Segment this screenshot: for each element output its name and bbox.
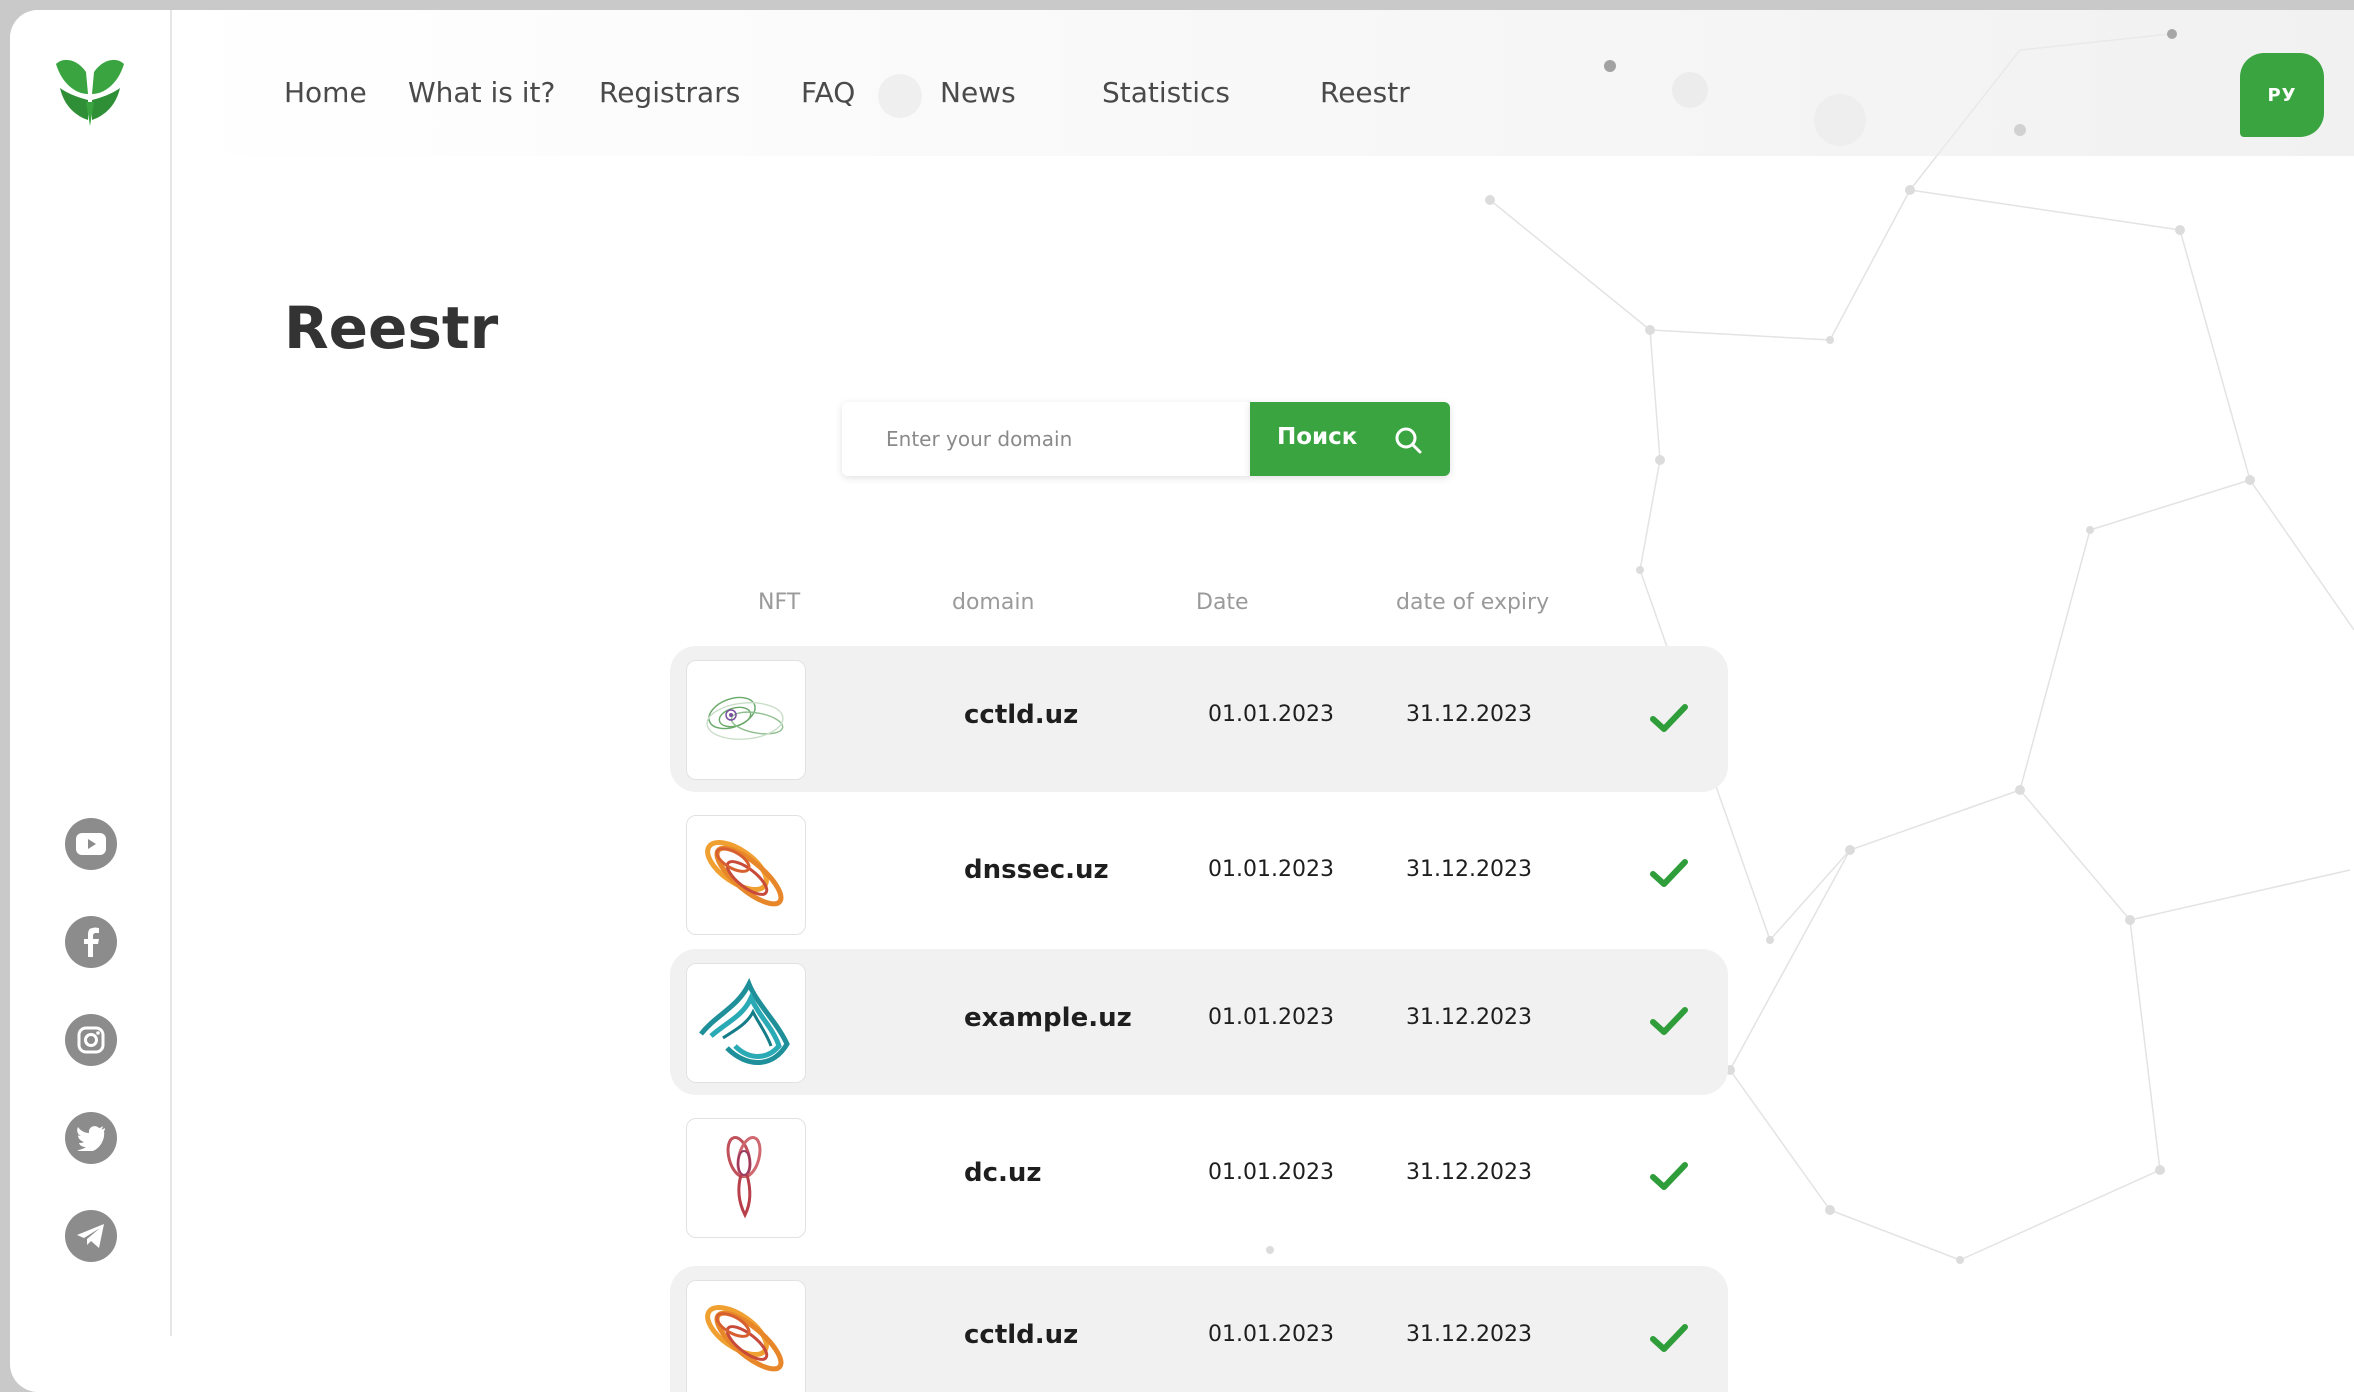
column-header-date: Date [1196, 590, 1249, 615]
twitter-icon[interactable] [65, 1112, 117, 1164]
domain-cell[interactable]: cctld.uz [964, 700, 1078, 730]
nav-registrars[interactable]: Registrars [599, 76, 740, 109]
red-attractor-image [726, 1136, 762, 1219]
orange-attractor-image [705, 840, 784, 907]
expiry-cell: 31.12.2023 [1406, 702, 1532, 727]
date-cell: 01.01.2023 [1208, 1322, 1334, 1347]
check-icon [1650, 859, 1688, 887]
app-frame: Home What is it? Registrars FAQ News Sta… [10, 10, 2354, 1392]
nav-reestr[interactable]: Reestr [1320, 76, 1410, 109]
date-cell: 01.01.2023 [1208, 857, 1334, 882]
date-cell: 01.01.2023 [1208, 702, 1334, 727]
nav-news[interactable]: News [940, 76, 1016, 109]
orange-attractor-image [705, 1305, 784, 1372]
nft-thumbnail[interactable] [686, 1118, 806, 1238]
search-box [842, 402, 1250, 476]
logo-icon[interactable] [50, 50, 130, 130]
expiry-cell: 31.12.2023 [1406, 1005, 1532, 1030]
check-icon [1650, 1007, 1688, 1035]
table-row[interactable]: dc.uz 01.01.2023 31.12.2023 [670, 1104, 1728, 1250]
check-icon [1650, 1324, 1688, 1352]
nav-faq[interactable]: FAQ [801, 76, 855, 109]
check-icon [1650, 1162, 1688, 1190]
search-icon [1395, 427, 1422, 454]
domain-cell[interactable]: dnssec.uz [964, 855, 1109, 885]
green-attractor-image [706, 696, 784, 740]
nav-what-is-it[interactable]: What is it? [408, 76, 555, 109]
column-header-expiry: date of expiry [1396, 590, 1550, 615]
date-cell: 01.01.2023 [1208, 1160, 1334, 1185]
search-input[interactable] [842, 402, 1250, 476]
table-row[interactable]: cctld.uz 01.01.2023 31.12.2023 [670, 646, 1728, 792]
domain-cell[interactable]: example.uz [964, 1003, 1132, 1033]
facebook-icon[interactable] [65, 916, 117, 968]
table-row[interactable]: cctld.uz 01.01.2023 31.12.2023 [670, 1266, 1728, 1392]
column-header-domain: domain [952, 590, 1035, 615]
search-button-label: Поиск [1277, 424, 1358, 450]
nav-statistics[interactable]: Statistics [1102, 76, 1230, 109]
sidebar [10, 10, 172, 1336]
domain-cell[interactable]: dc.uz [964, 1158, 1042, 1188]
nft-thumbnail[interactable] [686, 963, 806, 1083]
table-row[interactable]: dnssec.uz 01.01.2023 31.12.2023 [670, 801, 1728, 947]
date-cell: 01.01.2023 [1208, 1005, 1334, 1030]
column-header-nft: NFT [758, 590, 801, 615]
teal-attractor-image [699, 977, 790, 1065]
expiry-cell: 31.12.2023 [1406, 857, 1532, 882]
language-button[interactable]: РУ [2240, 53, 2324, 137]
nft-thumbnail[interactable] [686, 660, 806, 780]
youtube-icon[interactable] [65, 818, 117, 870]
nft-thumbnail[interactable] [686, 815, 806, 935]
nav-home[interactable]: Home [284, 76, 367, 109]
check-icon [1650, 704, 1688, 732]
search-button[interactable]: Поиск [1250, 402, 1450, 476]
expiry-cell: 31.12.2023 [1406, 1160, 1532, 1185]
domain-cell[interactable]: cctld.uz [964, 1320, 1078, 1350]
table-row[interactable]: example.uz 01.01.2023 31.12.2023 [670, 949, 1728, 1095]
expiry-cell: 31.12.2023 [1406, 1322, 1532, 1347]
instagram-icon[interactable] [65, 1014, 117, 1066]
page-title: Reestr [284, 294, 499, 362]
telegram-icon[interactable] [65, 1210, 117, 1262]
nft-thumbnail[interactable] [686, 1280, 806, 1392]
